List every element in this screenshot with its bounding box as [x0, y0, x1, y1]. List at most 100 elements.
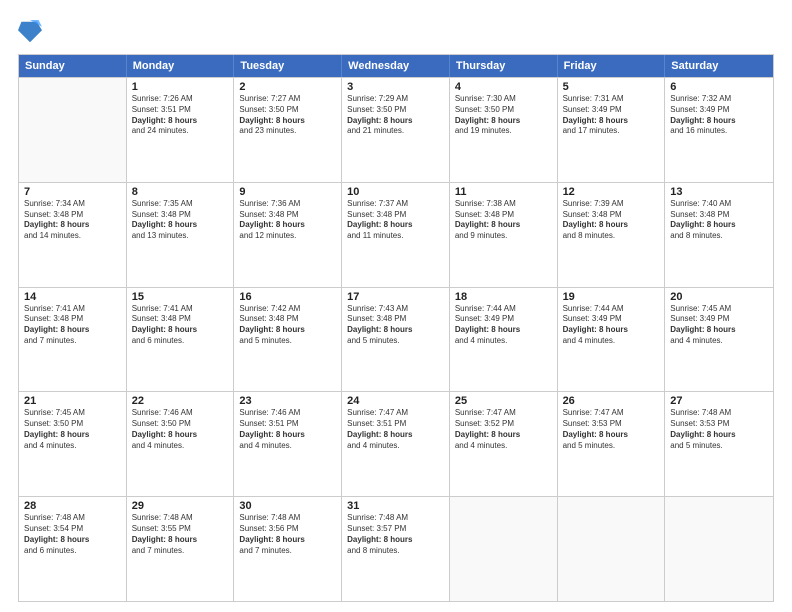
- sunset-text: Sunset: 3:48 PM: [132, 210, 229, 221]
- cal-cell-6: 6Sunrise: 7:32 AMSunset: 3:49 PMDaylight…: [665, 78, 773, 182]
- day-number: 26: [563, 395, 660, 407]
- cal-cell-11: 11Sunrise: 7:38 AMSunset: 3:48 PMDayligh…: [450, 183, 558, 287]
- daylight-text-1: Daylight: 8 hours: [347, 116, 444, 127]
- sunset-text: Sunset: 3:48 PM: [455, 210, 552, 221]
- cal-row-2: 14Sunrise: 7:41 AMSunset: 3:48 PMDayligh…: [19, 287, 773, 392]
- daylight-text-1: Daylight: 8 hours: [239, 220, 336, 231]
- sunrise-text: Sunrise: 7:35 AM: [132, 199, 229, 210]
- daylight-text-2: and 4 minutes.: [670, 336, 768, 347]
- cal-cell-24: 24Sunrise: 7:47 AMSunset: 3:51 PMDayligh…: [342, 392, 450, 496]
- sunset-text: Sunset: 3:48 PM: [239, 210, 336, 221]
- day-number: 1: [132, 81, 229, 93]
- cal-cell-8: 8Sunrise: 7:35 AMSunset: 3:48 PMDaylight…: [127, 183, 235, 287]
- cal-cell-20: 20Sunrise: 7:45 AMSunset: 3:49 PMDayligh…: [665, 288, 773, 392]
- logo: [18, 18, 46, 46]
- daylight-text-1: Daylight: 8 hours: [563, 116, 660, 127]
- cal-cell-25: 25Sunrise: 7:47 AMSunset: 3:52 PMDayligh…: [450, 392, 558, 496]
- sunrise-text: Sunrise: 7:41 AM: [132, 304, 229, 315]
- daylight-text-1: Daylight: 8 hours: [670, 325, 768, 336]
- daylight-text-2: and 8 minutes.: [563, 231, 660, 242]
- cal-row-3: 21Sunrise: 7:45 AMSunset: 3:50 PMDayligh…: [19, 391, 773, 496]
- sunrise-text: Sunrise: 7:46 AM: [132, 408, 229, 419]
- sunrise-text: Sunrise: 7:32 AM: [670, 94, 768, 105]
- sunrise-text: Sunrise: 7:48 AM: [132, 513, 229, 524]
- daylight-text-2: and 4 minutes.: [132, 441, 229, 452]
- day-number: 19: [563, 291, 660, 303]
- sunrise-text: Sunrise: 7:45 AM: [24, 408, 121, 419]
- day-number: 25: [455, 395, 552, 407]
- sunset-text: Sunset: 3:50 PM: [239, 105, 336, 116]
- calendar-body: 1Sunrise: 7:26 AMSunset: 3:51 PMDaylight…: [19, 77, 773, 601]
- cal-header-cell-saturday: Saturday: [665, 55, 773, 77]
- logo-icon: [18, 18, 42, 46]
- daylight-text-1: Daylight: 8 hours: [347, 430, 444, 441]
- sunrise-text: Sunrise: 7:48 AM: [24, 513, 121, 524]
- sunset-text: Sunset: 3:57 PM: [347, 524, 444, 535]
- sunset-text: Sunset: 3:53 PM: [563, 419, 660, 430]
- cal-header-cell-thursday: Thursday: [450, 55, 558, 77]
- cal-cell-4: 4Sunrise: 7:30 AMSunset: 3:50 PMDaylight…: [450, 78, 558, 182]
- daylight-text-2: and 11 minutes.: [347, 231, 444, 242]
- cal-row-4: 28Sunrise: 7:48 AMSunset: 3:54 PMDayligh…: [19, 496, 773, 601]
- daylight-text-2: and 6 minutes.: [24, 546, 121, 557]
- day-number: 29: [132, 500, 229, 512]
- daylight-text-2: and 21 minutes.: [347, 126, 444, 137]
- day-number: 8: [132, 186, 229, 198]
- daylight-text-1: Daylight: 8 hours: [347, 535, 444, 546]
- day-number: 22: [132, 395, 229, 407]
- sunrise-text: Sunrise: 7:40 AM: [670, 199, 768, 210]
- day-number: 14: [24, 291, 121, 303]
- sunrise-text: Sunrise: 7:37 AM: [347, 199, 444, 210]
- sunset-text: Sunset: 3:49 PM: [563, 105, 660, 116]
- sunrise-text: Sunrise: 7:26 AM: [132, 94, 229, 105]
- daylight-text-2: and 6 minutes.: [132, 336, 229, 347]
- daylight-text-1: Daylight: 8 hours: [670, 220, 768, 231]
- sunset-text: Sunset: 3:48 PM: [347, 314, 444, 325]
- cal-header-cell-tuesday: Tuesday: [234, 55, 342, 77]
- cal-cell-12: 12Sunrise: 7:39 AMSunset: 3:48 PMDayligh…: [558, 183, 666, 287]
- daylight-text-1: Daylight: 8 hours: [132, 116, 229, 127]
- daylight-text-2: and 4 minutes.: [455, 441, 552, 452]
- cal-cell-empty-4-4: [450, 497, 558, 601]
- sunset-text: Sunset: 3:50 PM: [132, 419, 229, 430]
- sunset-text: Sunset: 3:48 PM: [24, 314, 121, 325]
- day-number: 5: [563, 81, 660, 93]
- daylight-text-2: and 4 minutes.: [563, 336, 660, 347]
- sunset-text: Sunset: 3:55 PM: [132, 524, 229, 535]
- daylight-text-2: and 8 minutes.: [670, 231, 768, 242]
- sunset-text: Sunset: 3:49 PM: [455, 314, 552, 325]
- sunrise-text: Sunrise: 7:43 AM: [347, 304, 444, 315]
- cal-cell-31: 31Sunrise: 7:48 AMSunset: 3:57 PMDayligh…: [342, 497, 450, 601]
- daylight-text-2: and 7 minutes.: [132, 546, 229, 557]
- sunrise-text: Sunrise: 7:48 AM: [347, 513, 444, 524]
- daylight-text-1: Daylight: 8 hours: [347, 325, 444, 336]
- daylight-text-2: and 17 minutes.: [563, 126, 660, 137]
- daylight-text-2: and 19 minutes.: [455, 126, 552, 137]
- cal-cell-9: 9Sunrise: 7:36 AMSunset: 3:48 PMDaylight…: [234, 183, 342, 287]
- sunrise-text: Sunrise: 7:36 AM: [239, 199, 336, 210]
- sunrise-text: Sunrise: 7:34 AM: [24, 199, 121, 210]
- sunset-text: Sunset: 3:51 PM: [132, 105, 229, 116]
- daylight-text-2: and 23 minutes.: [239, 126, 336, 137]
- day-number: 2: [239, 81, 336, 93]
- daylight-text-1: Daylight: 8 hours: [239, 430, 336, 441]
- cal-header-cell-friday: Friday: [558, 55, 666, 77]
- cal-cell-2: 2Sunrise: 7:27 AMSunset: 3:50 PMDaylight…: [234, 78, 342, 182]
- daylight-text-1: Daylight: 8 hours: [132, 430, 229, 441]
- daylight-text-1: Daylight: 8 hours: [132, 220, 229, 231]
- cal-cell-15: 15Sunrise: 7:41 AMSunset: 3:48 PMDayligh…: [127, 288, 235, 392]
- daylight-text-1: Daylight: 8 hours: [239, 116, 336, 127]
- day-number: 31: [347, 500, 444, 512]
- sunrise-text: Sunrise: 7:47 AM: [455, 408, 552, 419]
- daylight-text-1: Daylight: 8 hours: [670, 430, 768, 441]
- day-number: 9: [239, 186, 336, 198]
- day-number: 6: [670, 81, 768, 93]
- day-number: 3: [347, 81, 444, 93]
- sunrise-text: Sunrise: 7:41 AM: [24, 304, 121, 315]
- sunset-text: Sunset: 3:56 PM: [239, 524, 336, 535]
- cal-cell-empty-4-6: [665, 497, 773, 601]
- sunrise-text: Sunrise: 7:47 AM: [347, 408, 444, 419]
- sunset-text: Sunset: 3:48 PM: [132, 314, 229, 325]
- sunrise-text: Sunrise: 7:45 AM: [670, 304, 768, 315]
- sunset-text: Sunset: 3:49 PM: [563, 314, 660, 325]
